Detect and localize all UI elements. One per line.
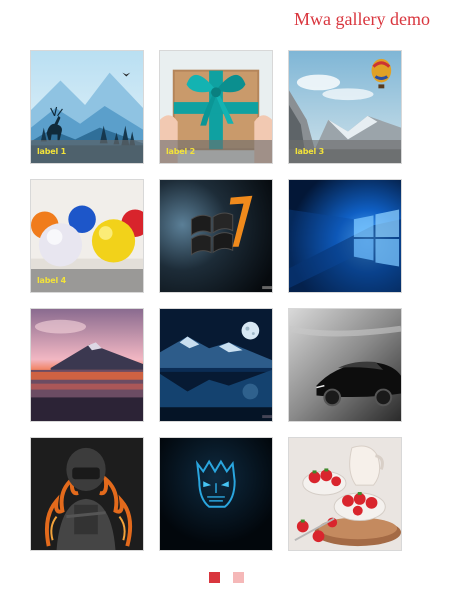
pagination [209, 572, 244, 583]
helmet-soldier-image [31, 438, 143, 550]
gallery-item-3[interactable]: label 3 [288, 50, 402, 164]
gallery-item-11[interactable] [159, 437, 273, 551]
caption-label-4: label 4 [31, 269, 143, 292]
gallery-item-2[interactable]: label 2 [159, 50, 273, 164]
gallery-item-8[interactable] [159, 308, 273, 422]
moonlit-lake-image [160, 309, 272, 421]
ice-mask-image [160, 438, 272, 550]
caption-label-3: label 3 [289, 140, 401, 163]
gallery-item-12[interactable] [288, 437, 402, 551]
sunset-volcano-image [31, 309, 143, 421]
gallery-item-5[interactable] [159, 179, 273, 293]
gallery-item-9[interactable] [288, 308, 402, 422]
gallery-item-10[interactable] [30, 437, 144, 551]
gallery-item-6[interactable] [288, 179, 402, 293]
gallery-grid: label 1 label 2 label 3 label 4 [30, 50, 405, 551]
windows-10-wallpaper-image [289, 180, 401, 292]
page-dot-2[interactable] [233, 572, 244, 583]
gallery-item-1[interactable]: label 1 [30, 50, 144, 164]
caption-label-2: label 2 [160, 140, 272, 163]
gallery-item-4[interactable]: label 4 [30, 179, 144, 293]
caption-label-1: label 1 [31, 140, 143, 163]
strawberries-image [289, 438, 401, 550]
page-title: Mwa gallery demo [294, 9, 430, 29]
windows-7-logo-image [160, 180, 272, 292]
gallery-item-7[interactable] [30, 308, 144, 422]
page-dot-1[interactable] [209, 572, 220, 583]
sports-car-image [289, 309, 401, 421]
